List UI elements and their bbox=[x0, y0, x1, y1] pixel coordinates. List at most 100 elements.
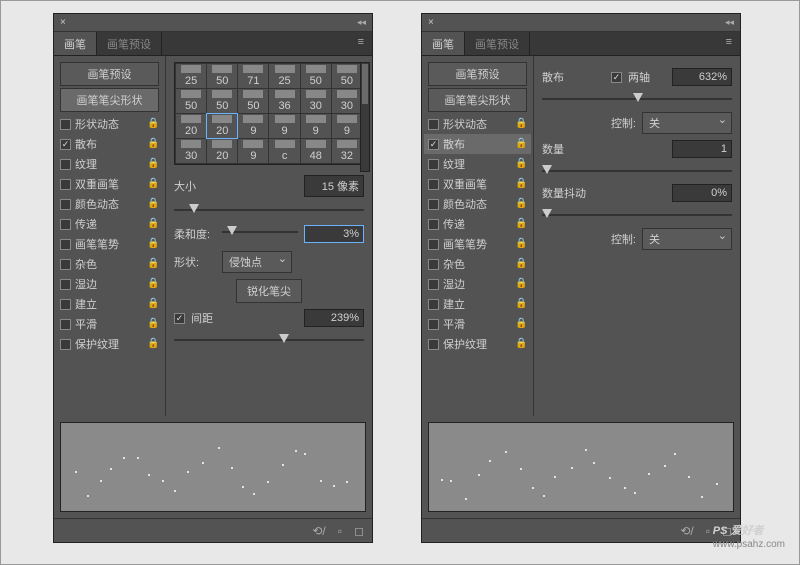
sidebar-item-8[interactable]: 湿边🔒 bbox=[56, 274, 163, 294]
brush-thumb[interactable]: 30 bbox=[301, 89, 331, 113]
sidebar-checkbox[interactable] bbox=[428, 339, 439, 350]
lock-icon[interactable]: 🔒 bbox=[515, 278, 527, 290]
sidebar-item-10[interactable]: 平滑🔒 bbox=[56, 314, 163, 334]
brush-thumb[interactable]: 25 bbox=[269, 64, 299, 88]
panel-titlebar[interactable]: × ◂◂ bbox=[422, 14, 740, 32]
count-jitter-input[interactable]: 0% bbox=[672, 184, 732, 202]
brush-thumb[interactable]: 50 bbox=[238, 89, 268, 113]
sidebar-checkbox[interactable] bbox=[60, 319, 71, 330]
sidebar-item-0[interactable]: 形状动态🔒 bbox=[424, 114, 531, 134]
softness-input[interactable]: 3% bbox=[304, 225, 364, 243]
lock-icon[interactable]: 🔒 bbox=[515, 198, 527, 210]
control1-select[interactable]: 关 bbox=[642, 112, 732, 134]
sidebar-checkbox[interactable] bbox=[60, 199, 71, 210]
sidebar-checkbox[interactable] bbox=[428, 159, 439, 170]
sidebar-item-3[interactable]: 双重画笔🔒 bbox=[424, 174, 531, 194]
sharpen-tip-button[interactable]: 锐化笔尖 bbox=[236, 279, 302, 303]
brush-thumb[interactable]: 71 bbox=[238, 64, 268, 88]
sidebar-item-9[interactable]: 建立🔒 bbox=[56, 294, 163, 314]
lock-icon[interactable]: 🔒 bbox=[147, 218, 159, 230]
control2-select[interactable]: 关 bbox=[642, 228, 732, 250]
sidebar-checkbox[interactable] bbox=[428, 179, 439, 190]
brush-thumb[interactable]: 32 bbox=[332, 139, 362, 163]
brush-tip-shape-button[interactable]: 画笔笔尖形状 bbox=[60, 88, 159, 112]
lock-icon[interactable]: 🔒 bbox=[515, 338, 527, 350]
brush-thumb[interactable]: 20 bbox=[207, 139, 237, 163]
sidebar-checkbox[interactable] bbox=[60, 219, 71, 230]
sidebar-checkbox[interactable] bbox=[60, 159, 71, 170]
spacing-checkbox[interactable] bbox=[174, 313, 185, 324]
lock-icon[interactable]: 🔒 bbox=[515, 178, 527, 190]
lock-icon[interactable]: 🔒 bbox=[147, 278, 159, 290]
brush-thumb[interactable]: 50 bbox=[301, 64, 331, 88]
sidebar-checkbox[interactable] bbox=[60, 339, 71, 350]
close-icon[interactable]: × bbox=[60, 17, 66, 28]
brush-thumb[interactable]: 48 bbox=[301, 139, 331, 163]
lock-icon[interactable]: 🔒 bbox=[515, 158, 527, 170]
sidebar-checkbox[interactable] bbox=[428, 319, 439, 330]
sidebar-checkbox[interactable] bbox=[428, 279, 439, 290]
sidebar-checkbox[interactable] bbox=[60, 239, 71, 250]
count-input[interactable]: 1 bbox=[672, 140, 732, 158]
sidebar-checkbox[interactable] bbox=[60, 139, 71, 150]
brush-presets-button[interactable]: 画笔预设 bbox=[60, 62, 159, 86]
sidebar-item-1[interactable]: 散布🔒 bbox=[56, 134, 163, 154]
brush-thumb[interactable]: 9 bbox=[269, 114, 299, 138]
sidebar-checkbox[interactable] bbox=[428, 199, 439, 210]
lock-icon[interactable]: 🔒 bbox=[515, 238, 527, 250]
lock-icon[interactable]: 🔒 bbox=[147, 158, 159, 170]
lock-icon[interactable]: 🔒 bbox=[147, 318, 159, 330]
lock-icon[interactable]: 🔒 bbox=[147, 118, 159, 130]
footer-icon-2[interactable]: ▫ bbox=[706, 524, 710, 538]
sidebar-item-9[interactable]: 建立🔒 bbox=[424, 294, 531, 314]
tab-brush[interactable]: 画笔 bbox=[422, 32, 465, 55]
both-axes-checkbox[interactable] bbox=[611, 72, 622, 83]
sidebar-item-7[interactable]: 杂色🔒 bbox=[56, 254, 163, 274]
tab-menu-icon[interactable]: ≡ bbox=[350, 32, 372, 55]
sidebar-item-5[interactable]: 传递🔒 bbox=[424, 214, 531, 234]
panel-titlebar[interactable]: × ◂◂ bbox=[54, 14, 372, 32]
lock-icon[interactable]: 🔒 bbox=[515, 258, 527, 270]
footer-icon-2[interactable]: ▫ bbox=[338, 524, 342, 538]
brush-thumb[interactable]: 9 bbox=[238, 139, 268, 163]
lock-icon[interactable]: 🔒 bbox=[515, 318, 527, 330]
tab-presets[interactable]: 画笔预设 bbox=[465, 32, 530, 55]
lock-icon[interactable]: 🔒 bbox=[515, 138, 527, 150]
scatter-input[interactable]: 632% bbox=[672, 68, 732, 86]
collapse-icon[interactable]: ◂◂ bbox=[357, 17, 366, 28]
lock-icon[interactable]: 🔒 bbox=[147, 258, 159, 270]
lock-icon[interactable]: 🔒 bbox=[147, 138, 159, 150]
sidebar-checkbox[interactable] bbox=[428, 259, 439, 270]
lock-icon[interactable]: 🔒 bbox=[147, 298, 159, 310]
spacing-slider[interactable] bbox=[174, 333, 364, 347]
sidebar-checkbox[interactable] bbox=[60, 259, 71, 270]
tab-brush[interactable]: 画笔 bbox=[54, 32, 97, 55]
brush-presets-button[interactable]: 画笔预设 bbox=[428, 62, 527, 86]
sidebar-item-2[interactable]: 纹理🔒 bbox=[424, 154, 531, 174]
tab-presets[interactable]: 画笔预设 bbox=[97, 32, 162, 55]
brush-thumb[interactable]: 9 bbox=[332, 114, 362, 138]
sidebar-item-2[interactable]: 纹理🔒 bbox=[56, 154, 163, 174]
shape-select[interactable]: 侵蚀点 bbox=[222, 251, 292, 273]
softness-slider[interactable] bbox=[222, 225, 298, 239]
sidebar-item-11[interactable]: 保护纹理🔒 bbox=[424, 334, 531, 354]
size-input[interactable]: 15 像素 bbox=[304, 175, 364, 197]
sidebar-checkbox[interactable] bbox=[428, 219, 439, 230]
brush-thumb[interactable]: 50 bbox=[332, 64, 362, 88]
footer-icon-3[interactable]: ◻ bbox=[354, 524, 364, 538]
brush-thumb[interactable]: 20 bbox=[176, 114, 206, 138]
lock-icon[interactable]: 🔒 bbox=[515, 118, 527, 130]
sidebar-item-10[interactable]: 平滑🔒 bbox=[424, 314, 531, 334]
sidebar-item-6[interactable]: 画笔笔势🔒 bbox=[56, 234, 163, 254]
sidebar-item-8[interactable]: 湿边🔒 bbox=[424, 274, 531, 294]
brush-thumb[interactable]: c bbox=[269, 139, 299, 163]
sidebar-checkbox[interactable] bbox=[60, 299, 71, 310]
footer-icon-1[interactable]: ⟲/ bbox=[680, 524, 693, 538]
footer-icon-1[interactable]: ⟲/ bbox=[312, 524, 325, 538]
brush-thumb[interactable]: 50 bbox=[207, 89, 237, 113]
sidebar-item-5[interactable]: 传递🔒 bbox=[56, 214, 163, 234]
lock-icon[interactable]: 🔒 bbox=[147, 238, 159, 250]
sidebar-item-0[interactable]: 形状动态🔒 bbox=[56, 114, 163, 134]
lock-icon[interactable]: 🔒 bbox=[147, 178, 159, 190]
sidebar-checkbox[interactable] bbox=[428, 299, 439, 310]
